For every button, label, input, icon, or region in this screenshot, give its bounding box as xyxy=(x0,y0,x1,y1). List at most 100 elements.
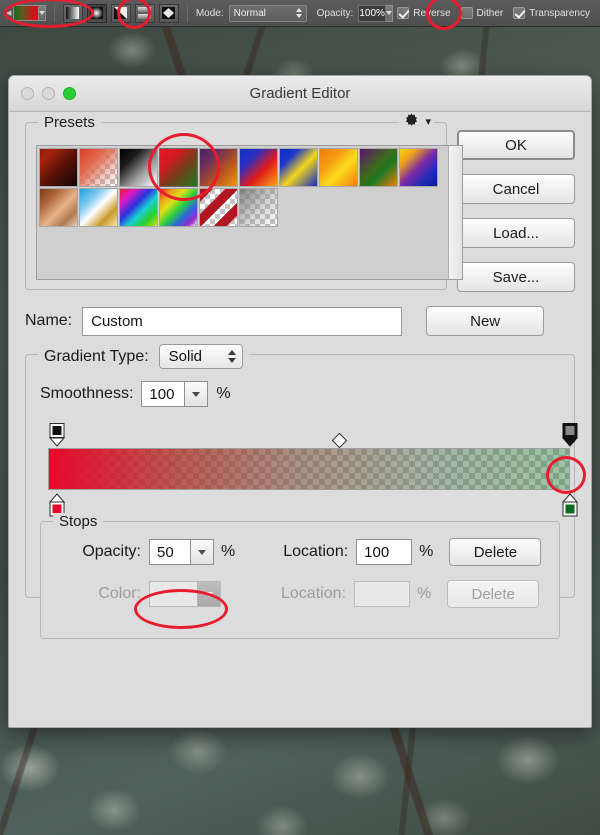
dialog-titlebar[interactable]: Gradient Editor xyxy=(9,76,591,112)
delete-color-stop-button[interactable]: Delete xyxy=(447,580,540,608)
blend-mode-stepper-icon xyxy=(295,8,302,18)
stop-color-location-percent-label: % xyxy=(416,585,432,602)
smoothness-percent-label: % xyxy=(216,385,231,402)
presets-well[interactable] xyxy=(36,145,463,280)
gradient-name-input[interactable]: Custom xyxy=(82,306,403,336)
opacity-label: Opacity: xyxy=(316,7,354,19)
gradient-picker-dropdown-button[interactable] xyxy=(38,5,46,21)
name-row: Name: Custom New xyxy=(25,306,575,336)
dither-label: Dither xyxy=(476,7,504,19)
presets-group: Presets ▾ xyxy=(25,112,463,290)
stop-color-location-input[interactable] xyxy=(353,581,410,607)
preset-swatch[interactable] xyxy=(79,188,118,227)
stop-color-swatch[interactable] xyxy=(149,581,197,607)
smoothness-dropdown-button[interactable] xyxy=(185,381,209,407)
save-button[interactable]: Save... xyxy=(457,262,575,292)
transparency-checkbox[interactable] xyxy=(513,7,526,19)
name-label: Name: xyxy=(25,312,73,329)
preset-swatch[interactable] xyxy=(199,188,238,227)
stop-opacity-percent-label: % xyxy=(221,543,236,560)
preset-swatch[interactable] xyxy=(39,148,78,187)
gradient-preview-strip[interactable] xyxy=(48,448,570,490)
toolbar-left-arrow-icon: ◀ xyxy=(6,10,12,17)
smoothness-input[interactable]: 100 xyxy=(141,381,186,407)
gradient-type-stepper-icon xyxy=(227,350,236,363)
preset-swatch[interactable] xyxy=(239,148,278,187)
dialog-action-buttons: OK Cancel Load... Save... xyxy=(457,122,575,292)
preset-swatch[interactable] xyxy=(239,188,278,227)
stop-opacity-location-input[interactable]: 100 xyxy=(356,539,413,565)
reverse-checkbox-row[interactable]: Reverse xyxy=(397,7,451,19)
stop-color-location-label: Location: xyxy=(281,585,346,602)
preset-swatch[interactable] xyxy=(159,148,198,187)
stop-opacity-location-percent-label: % xyxy=(419,543,434,560)
presets-scrollbar[interactable] xyxy=(448,146,462,279)
color-stop-right[interactable] xyxy=(561,493,579,517)
stop-color-label: Color: xyxy=(98,585,141,602)
opacity-stop-left[interactable] xyxy=(48,423,66,447)
color-stop-row: Color: Location: % Delete xyxy=(53,580,547,608)
diamond-gradient-button[interactable] xyxy=(158,3,179,23)
delete-opacity-stop-button[interactable]: Delete xyxy=(449,538,542,566)
transparency-label: Transparency xyxy=(529,7,590,19)
gradient-preview-swatch[interactable] xyxy=(13,5,39,21)
opacity-input[interactable]: 100% xyxy=(358,4,386,22)
reflected-gradient-button[interactable] xyxy=(134,3,155,23)
midpoint-diamond[interactable] xyxy=(331,432,348,449)
presets-and-actions-row: Presets ▾ OK Cancel Load... Save... xyxy=(25,112,575,292)
angle-gradient-button[interactable] xyxy=(110,3,131,23)
opacity-dropdown-button[interactable] xyxy=(385,4,393,22)
stop-opacity-label: Opacity: xyxy=(82,543,141,560)
toolbar-divider-2 xyxy=(186,4,188,22)
gradient-type-label: Gradient Type: xyxy=(44,347,149,365)
mode-label: Mode: xyxy=(195,7,224,19)
stops-group: Stops Opacity: 50 % Location: 100 % Dele… xyxy=(40,513,560,639)
smoothness-label: Smoothness: xyxy=(40,385,134,402)
cancel-button[interactable]: Cancel xyxy=(457,174,575,204)
preset-swatch[interactable] xyxy=(119,188,158,227)
preset-swatch[interactable] xyxy=(279,148,318,187)
opacity-stop-row: Opacity: 50 % Location: 100 % Delete xyxy=(53,538,547,566)
stop-opacity-dropdown-button[interactable] xyxy=(191,539,214,565)
gradient-type-header: Gradient Type: Solid xyxy=(38,344,249,369)
stop-opacity-input[interactable]: 50 xyxy=(149,539,191,565)
blend-mode-value: Normal xyxy=(233,7,266,19)
gradient-editor-dialog: Gradient Editor Presets ▾ OK Cancel Load… xyxy=(8,75,592,728)
dither-checkbox-row[interactable]: Dither xyxy=(460,7,504,19)
gradient-strip-area xyxy=(40,423,579,517)
gear-icon[interactable]: ▾ xyxy=(399,112,434,134)
gradient-options-toolbar: ◀ Mode: Normal Opacity: 100% Reverse Dit… xyxy=(0,0,600,27)
stop-color-dropdown-button[interactable] xyxy=(197,581,221,607)
reverse-label: Reverse xyxy=(413,7,451,19)
stops-title: Stops xyxy=(53,513,104,530)
presets-grid xyxy=(37,146,462,229)
gradient-type-value: Solid xyxy=(168,348,203,365)
gradient-type-group: Gradient Type: Solid Smoothness: 100 % S… xyxy=(25,344,579,639)
ok-button[interactable]: OK xyxy=(457,130,575,160)
preset-swatch[interactable] xyxy=(79,148,118,187)
opacity-stop-right[interactable] xyxy=(561,423,579,447)
transparency-checkbox-row[interactable]: Transparency xyxy=(513,7,590,19)
blend-mode-select[interactable]: Normal xyxy=(228,4,307,22)
linear-gradient-button[interactable] xyxy=(62,3,83,23)
presets-title: Presets xyxy=(38,114,101,131)
preset-swatch[interactable] xyxy=(199,148,238,187)
dialog-body: Presets ▾ OK Cancel Load... Save... Name… xyxy=(9,112,591,639)
gradient-type-button-group xyxy=(62,3,179,23)
dither-checkbox[interactable] xyxy=(460,7,473,19)
preset-swatch[interactable] xyxy=(159,188,198,227)
toolbar-divider-1 xyxy=(53,4,55,22)
load-button[interactable]: Load... xyxy=(457,218,575,248)
gradient-type-select[interactable]: Solid xyxy=(158,344,243,369)
preset-swatch[interactable] xyxy=(39,188,78,227)
dialog-title: Gradient Editor xyxy=(249,85,351,102)
preset-swatch[interactable] xyxy=(359,148,398,187)
stop-opacity-location-label: Location: xyxy=(283,543,349,560)
preset-swatch[interactable] xyxy=(399,148,438,187)
new-button[interactable]: New xyxy=(426,306,545,336)
preset-swatch[interactable] xyxy=(319,148,358,187)
reverse-checkbox[interactable] xyxy=(397,7,410,19)
radial-gradient-button[interactable] xyxy=(86,3,107,23)
preset-swatch[interactable] xyxy=(119,148,158,187)
smoothness-row: Smoothness: 100 % xyxy=(40,381,560,407)
